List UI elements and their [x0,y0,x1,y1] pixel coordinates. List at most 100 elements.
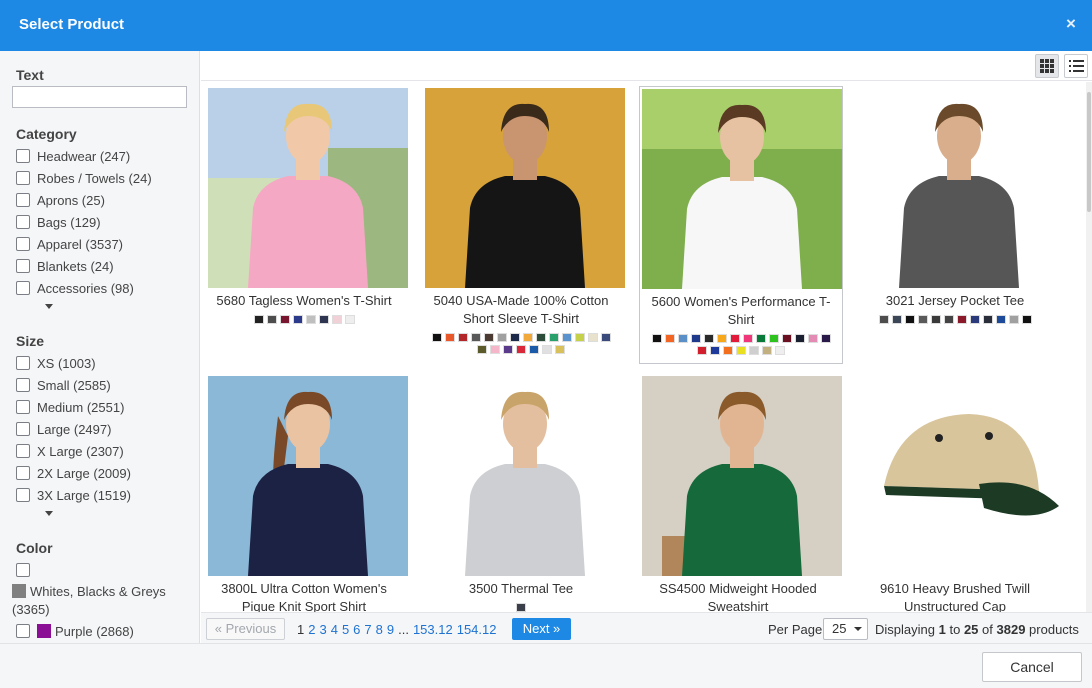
size-filter-option[interactable]: X Large (2307) [16,441,124,461]
product-card[interactable]: SS4500 Midweight Hooded Sweatshirt [636,370,842,612]
color-swatch[interactable] [278,314,291,325]
color-swatch[interactable] [541,344,553,355]
color-swatch[interactable] [715,333,728,344]
color-swatch[interactable] [469,332,482,343]
color-swatch[interactable] [696,345,708,356]
color-swatch[interactable] [304,314,317,325]
product-card[interactable]: 5600 Women's Performance T-Shirt [639,86,843,364]
color-swatch[interactable] [929,314,942,325]
color-swatch[interactable] [489,344,501,355]
color-swatch[interactable] [430,332,443,343]
color-swatch[interactable] [735,345,747,356]
product-image[interactable] [425,88,625,288]
color-swatch[interactable] [916,314,929,325]
color-swatch[interactable] [560,332,573,343]
checkbox[interactable] [16,193,30,207]
color-swatch[interactable] [877,314,890,325]
color-swatch[interactable] [528,344,540,355]
previous-page-button[interactable]: « Previous [206,618,285,640]
color-swatch[interactable] [767,333,780,344]
color-swatch[interactable] [586,332,599,343]
size-filter-option[interactable]: Large (2497) [16,419,111,439]
category-filter-option[interactable]: Aprons (25) [16,190,105,210]
color-swatch[interactable] [252,314,265,325]
product-card[interactable]: 5680 Tagless Women's T-Shirt [202,82,408,362]
product-card[interactable]: 3800L Ultra Cotton Women's Pique Knit Sp… [202,370,408,612]
color-swatch[interactable] [709,345,721,356]
checkbox[interactable] [16,400,30,414]
category-filter-option[interactable]: Headwear (247) [16,146,130,166]
color-swatch[interactable] [554,344,566,355]
color-swatch[interactable] [508,332,521,343]
grid-scrollbar-thumb[interactable] [1087,92,1091,212]
color-swatch[interactable] [689,333,702,344]
color-swatch[interactable] [265,314,278,325]
checkbox[interactable] [16,237,30,251]
product-image[interactable] [642,376,842,576]
color-swatch[interactable] [534,332,547,343]
color-swatch[interactable] [761,345,773,356]
product-card[interactable]: 5040 USA-Made 100% Cotton Short Sleeve T… [419,82,625,362]
color-swatch[interactable] [515,344,527,355]
color-swatch[interactable] [456,332,469,343]
checkbox[interactable] [16,563,30,577]
size-filter-option[interactable]: 3X Large (1519) [16,485,131,505]
checkbox[interactable] [16,281,30,295]
page-link[interactable]: 6 [353,622,360,637]
color-swatch[interactable] [1020,314,1033,325]
color-swatch[interactable] [495,332,508,343]
color-swatch[interactable] [599,332,612,343]
checkbox[interactable] [16,444,30,458]
category-filter-option[interactable]: Apparel (3537) [16,234,123,254]
page-link[interactable]: 153.12 [413,622,453,637]
page-link[interactable]: 2 [308,622,315,637]
page-link[interactable]: 9 [387,622,394,637]
checkbox[interactable] [16,488,30,502]
size-filter-option[interactable]: 2X Large (2009) [16,463,131,483]
product-image[interactable] [208,88,408,288]
close-icon[interactable]: × [1060,13,1082,35]
size-filter-option[interactable]: Medium (2551) [16,397,124,417]
color-swatch[interactable] [741,333,754,344]
checkbox[interactable] [16,215,30,229]
page-link[interactable]: 3 [319,622,326,637]
color-swatch[interactable] [650,333,663,344]
color-swatch[interactable] [942,314,955,325]
color-swatch[interactable] [317,314,330,325]
color-swatch[interactable] [780,333,793,344]
page-link[interactable]: 8 [376,622,383,637]
category-filter-option[interactable]: Robes / Towels (24) [16,168,152,188]
product-card[interactable]: 9610 Heavy Brushed Twill Unstructured Ca… [853,370,1059,612]
color-swatch[interactable] [663,333,676,344]
product-card[interactable]: 3500 Thermal Tee [419,370,625,612]
color-swatch[interactable] [702,333,715,344]
page-link[interactable]: 5 [342,622,349,637]
product-card[interactable]: 3021 Jersey Pocket Tee [853,82,1059,362]
size-more-arrow-icon[interactable] [45,511,53,516]
product-image[interactable] [425,376,625,576]
color-swatch[interactable] [819,333,832,344]
color-filter-option-greys[interactable]: Whites, Blacks & Greys [12,582,166,600]
product-image[interactable] [859,88,1059,288]
size-filter-option[interactable]: Small (2585) [16,375,111,395]
color-swatch[interactable] [722,345,734,356]
color-swatch[interactable] [754,333,767,344]
color-swatch[interactable] [806,333,819,344]
color-swatch[interactable] [774,345,786,356]
product-image[interactable] [208,376,408,576]
color-swatch[interactable] [793,333,806,344]
cancel-button[interactable]: Cancel [982,652,1082,682]
color-swatch[interactable] [547,332,560,343]
page-link[interactable]: 7 [364,622,371,637]
category-filter-option[interactable]: Blankets (24) [16,256,114,276]
color-swatch[interactable] [955,314,968,325]
color-swatch[interactable] [502,344,514,355]
grid-view-button[interactable] [1035,54,1059,78]
product-image[interactable] [859,376,1059,576]
checkbox[interactable] [16,259,30,273]
checkbox[interactable] [16,171,30,185]
color-swatch[interactable] [1007,314,1020,325]
category-filter-option[interactable]: Bags (129) [16,212,101,232]
page-link[interactable]: 154.12 [457,622,497,637]
color-swatch[interactable] [291,314,304,325]
